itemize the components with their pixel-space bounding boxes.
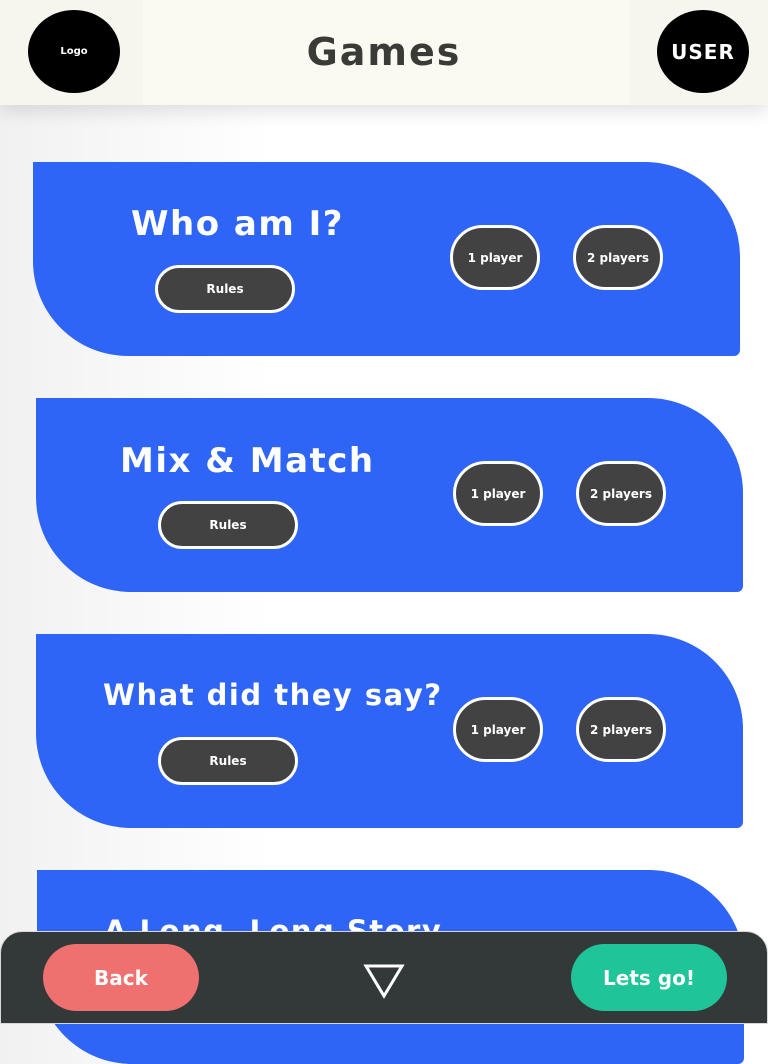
two-players-button[interactable]: 2 players bbox=[576, 461, 666, 526]
two-players-button[interactable]: 2 players bbox=[576, 697, 666, 762]
game-title: What did they say? bbox=[103, 678, 443, 712]
one-player-button[interactable]: 1 player bbox=[453, 697, 543, 762]
lets-go-button[interactable]: Lets go! bbox=[571, 944, 727, 1011]
rules-button[interactable]: Rules bbox=[155, 265, 295, 313]
bottom-bar: Back Lets go! bbox=[0, 931, 768, 1024]
rules-button[interactable]: Rules bbox=[158, 737, 298, 785]
game-title: Mix & Match bbox=[120, 441, 375, 481]
game-card-who-am-i: Who am I? Rules 1 player 2 players bbox=[33, 162, 740, 356]
rules-button[interactable]: Rules bbox=[158, 501, 298, 549]
back-button[interactable]: Back bbox=[43, 944, 199, 1011]
one-player-button[interactable]: 1 player bbox=[453, 461, 543, 526]
user-button[interactable]: USER bbox=[657, 10, 749, 93]
two-players-button[interactable]: 2 players bbox=[573, 225, 663, 290]
one-player-button[interactable]: 1 player bbox=[450, 225, 540, 290]
game-title: Who am I? bbox=[131, 204, 344, 244]
page-title: Games bbox=[306, 30, 462, 74]
game-card-what-did-they-say: What did they say? Rules 1 player 2 play… bbox=[36, 634, 743, 828]
header: Logo Games USER bbox=[0, 0, 768, 105]
game-card-mix-and-match: Mix & Match Rules 1 player 2 players bbox=[36, 398, 743, 592]
triangle-down-icon[interactable] bbox=[361, 962, 407, 1002]
